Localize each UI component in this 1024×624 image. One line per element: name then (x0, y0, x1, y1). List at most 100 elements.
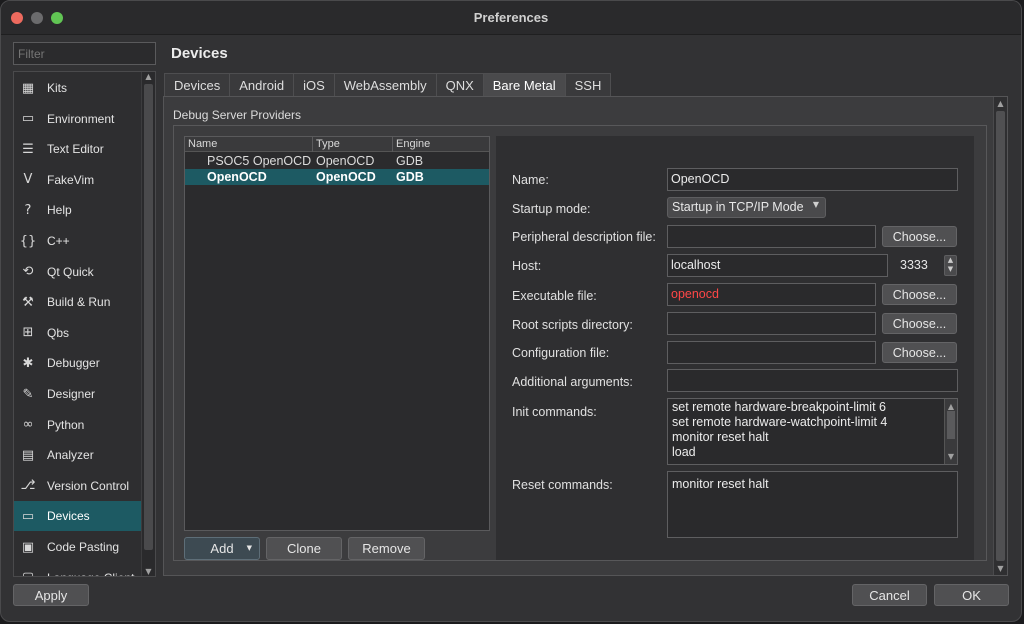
sidebar-item[interactable]: ▦ Kits (14, 73, 142, 103)
sidebar-item[interactable]: ⚒ Build & Run (14, 287, 142, 317)
sidebar-item-label: Version Control (47, 478, 130, 493)
additional-args-field[interactable] (667, 369, 958, 392)
scroll-down-icon[interactable]: ▼ (994, 564, 1007, 573)
init-command-line: set remote hardware-watchpoint-limit 4 (672, 415, 888, 429)
port-value: 3333 (900, 258, 928, 272)
chevron-down-icon: ▼ (812, 200, 819, 209)
content-scrollbar[interactable]: ▲ ▼ (993, 97, 1007, 575)
text-editor-icon: ☰ (22, 141, 34, 157)
sidebar-item[interactable]: ▣ Code Pasting (14, 532, 142, 562)
sidebar-item[interactable]: {} C++ (14, 226, 142, 256)
sidebar-item-label: Python (47, 417, 85, 432)
tab[interactable]: Devices (164, 73, 230, 97)
sidebar-item-label: FakeVim (47, 172, 95, 187)
sidebar-item[interactable]: ▭ Devices (14, 501, 142, 532)
choose-executable-button[interactable]: Choose... (882, 284, 957, 305)
sidebar-item[interactable]: ▤ Analyzer (14, 440, 142, 470)
column-header-type[interactable]: Type (316, 138, 340, 150)
host-field[interactable]: localhost (667, 254, 888, 277)
add-button-label: Add (210, 541, 234, 556)
python-icon: ∞ (22, 417, 34, 433)
help-icon: ? (24, 202, 32, 218)
scroll-down-icon[interactable]: ▼ (142, 567, 155, 576)
cell-name: PSOC5 OpenOCD (207, 154, 312, 168)
filter-input[interactable] (13, 42, 156, 65)
apply-button[interactable]: Apply (13, 584, 89, 606)
tab[interactable]: Android (229, 73, 294, 97)
scroll-up-icon[interactable]: ▲ (142, 72, 155, 81)
version-control-icon: ⎇ (20, 478, 36, 494)
peripheral-file-field[interactable] (667, 225, 876, 248)
config-file-field[interactable] (667, 341, 876, 364)
sidebar-item[interactable]: ∞ Python (14, 410, 142, 440)
init-commands-label: Init commands: (512, 405, 597, 419)
choose-peripheral-button[interactable]: Choose... (882, 226, 957, 247)
tab[interactable]: iOS (293, 73, 334, 97)
sidebar-item[interactable]: ⊞ Qbs (14, 318, 142, 348)
port-spinbox[interactable]: 3333 ▲ ▼ (894, 254, 957, 277)
qbs-icon: ⊞ (22, 325, 34, 341)
tab[interactable]: SSH (564, 73, 612, 97)
category-scrollbar[interactable]: ▲ ▼ (141, 72, 155, 576)
sidebar-item-label: Build & Run (47, 295, 111, 310)
sidebar-item-label: Devices (47, 509, 90, 524)
remove-button[interactable]: Remove (348, 537, 425, 560)
sidebar-item-label: C++ (47, 234, 70, 248)
cancel-button[interactable]: Cancel (852, 584, 927, 606)
startup-mode-select[interactable]: Startup in TCP/IP Mode ▼ (667, 197, 826, 218)
page-title: Devices (171, 45, 228, 62)
bug-icon: ✱ (22, 355, 34, 371)
scrollbar-thumb[interactable] (947, 411, 955, 439)
table-row[interactable]: PSOC5 OpenOCD OpenOCD GDB (185, 153, 489, 169)
sidebar-item-label: Help (47, 203, 72, 218)
column-header-engine[interactable]: Engine (396, 138, 430, 150)
reset-commands-textarea[interactable]: monitor reset halt (667, 471, 958, 538)
clipboard-icon: ▣ (21, 539, 35, 555)
name-field[interactable]: OpenOCD (667, 168, 958, 191)
sidebar-item[interactable]: ▢ Language Client (14, 563, 142, 576)
sidebar-item[interactable]: ✱ Debugger (14, 348, 142, 378)
reset-command-line: monitor reset halt (672, 477, 769, 491)
choose-root-scripts-button[interactable]: Choose... (882, 313, 957, 334)
tab[interactable]: QNX (435, 73, 483, 97)
clone-button[interactable]: Clone (266, 537, 342, 560)
braces-icon: {} (19, 233, 37, 249)
monitor-icon: ▭ (21, 111, 35, 127)
ok-button[interactable]: OK (934, 584, 1009, 606)
sidebar-item-label: Qbs (47, 325, 70, 340)
spin-arrows-icon[interactable]: ▲ ▼ (944, 255, 957, 276)
column-header-name[interactable]: Name (188, 138, 217, 150)
group-title: Debug Server Providers (173, 108, 302, 122)
sidebar-item[interactable]: ▭ Environment (14, 104, 142, 134)
sidebar-item[interactable]: V FakeVim (14, 165, 142, 195)
init-command-line: monitor reset halt (672, 430, 769, 444)
sidebar-item[interactable]: ☰ Text Editor (14, 134, 142, 164)
tab[interactable]: WebAssembly (333, 73, 436, 97)
scroll-up-icon[interactable]: ▲ (994, 99, 1007, 108)
kits-icon: ▦ (21, 80, 35, 96)
providers-table: Name Type Engine PSOC5 OpenOCD OpenOCD G… (184, 136, 490, 531)
sidebar-item-label: Designer (47, 387, 96, 401)
title-bar: Preferences (1, 1, 1021, 35)
sidebar-item[interactable]: ⎇ Version Control (14, 471, 142, 501)
add-button[interactable]: Add ▼ (184, 537, 260, 560)
choose-config-button[interactable]: Choose... (882, 342, 957, 363)
sidebar-item-label: Analyzer (47, 448, 94, 463)
root-scripts-field[interactable] (667, 312, 876, 335)
sidebar-item-label: Debugger (47, 356, 100, 371)
scroll-down-icon[interactable]: ▼ (945, 449, 957, 464)
scrollbar-thumb[interactable] (996, 111, 1005, 561)
init-commands-scrollbar[interactable]: ▲ ▼ (944, 399, 957, 464)
table-row-selected[interactable]: OpenOCD OpenOCD GDB (185, 169, 489, 185)
cell-engine: GDB (396, 154, 424, 168)
executable-field[interactable]: openocd (667, 283, 876, 306)
sidebar-item[interactable]: ✎ Designer (14, 379, 142, 409)
executable-label: Executable file: (512, 289, 597, 303)
reset-commands-label: Reset commands: (512, 478, 613, 492)
sidebar-item[interactable]: ? Help (14, 195, 142, 225)
tab[interactable]: Bare Metal (482, 73, 565, 97)
init-commands-textarea[interactable]: set remote hardware-breakpoint-limit 6 s… (667, 398, 958, 465)
sidebar-item[interactable]: ⟲ Qt Quick (14, 257, 142, 287)
window-title: Preferences (473, 10, 549, 25)
scrollbar-thumb[interactable] (144, 84, 153, 550)
